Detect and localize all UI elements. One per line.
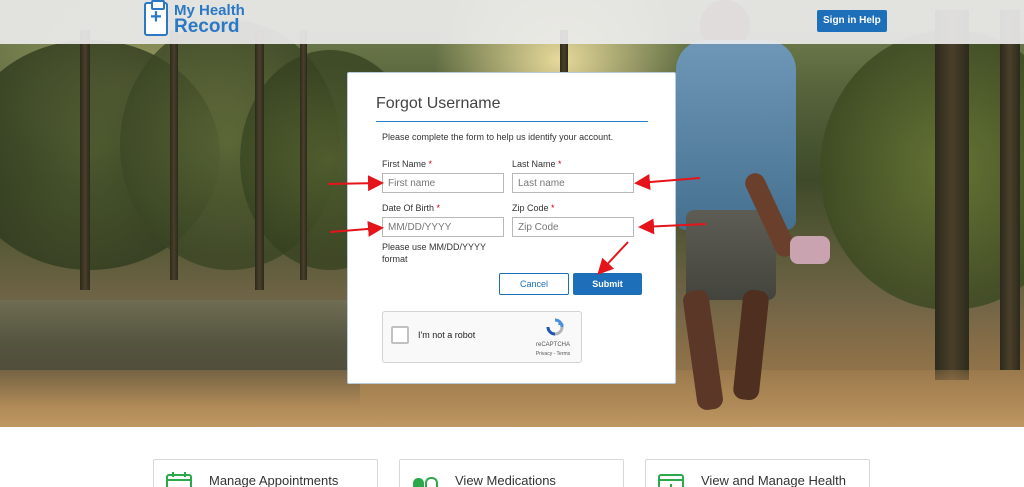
forgot-username-card: Forgot Username Please complete the form… (347, 72, 676, 384)
recaptcha-label: I'm not a robot (418, 330, 476, 340)
date-of-birth-label: Date Of Birth * (382, 203, 441, 213)
submit-button[interactable]: Submit (573, 273, 642, 295)
recaptcha-links[interactable]: Privacy - Terms (528, 351, 578, 357)
recaptcha-brand: reCAPTCHA (535, 342, 570, 348)
tile-label: View Medications (455, 473, 556, 487)
clipboard-plus-icon: + (144, 0, 168, 36)
required-marker: * (436, 203, 441, 213)
pills-icon (413, 477, 438, 487)
dob-format-help: Please use MM/DD/YYYY format (382, 242, 486, 264)
title-divider (376, 121, 648, 122)
date-of-birth-input[interactable] (382, 217, 504, 237)
last-name-label: Last Name * (512, 159, 562, 169)
cancel-button[interactable]: Cancel (499, 273, 569, 295)
tile-label: Manage Appointments (209, 473, 339, 487)
site-logo[interactable]: + My Health Record (144, 0, 245, 37)
site-header: + My Health Record Sign in Help (0, 0, 1024, 44)
sign-in-help-button[interactable]: Sign in Help (817, 10, 887, 32)
recaptcha-widget: I'm not a robot reCAPTCHA Privacy - Term… (382, 311, 582, 363)
required-marker: * (551, 203, 555, 213)
first-name-input[interactable] (382, 173, 504, 193)
card-title: Forgot Username (376, 95, 501, 112)
calendar-icon (166, 472, 192, 487)
zip-code-input[interactable] (512, 217, 634, 237)
required-marker: * (558, 159, 562, 169)
tile-view-medications[interactable]: View Medications (399, 459, 624, 487)
required-marker: * (428, 159, 433, 169)
recaptcha-logo-icon (546, 318, 564, 336)
last-name-input[interactable] (512, 173, 634, 193)
tile-label: View and Manage Health (701, 473, 847, 487)
health-record-icon (658, 474, 684, 487)
logo-text-line2: Record (174, 16, 240, 37)
recaptcha-checkbox[interactable] (391, 326, 409, 344)
tile-manage-appointments[interactable]: Manage Appointments (153, 459, 378, 487)
first-name-label: First Name * (382, 159, 433, 169)
tile-view-manage-health[interactable]: View and Manage Health (645, 459, 870, 487)
zip-code-label: Zip Code * (512, 203, 555, 213)
form-intro-text: Please complete the form to help us iden… (382, 132, 614, 142)
